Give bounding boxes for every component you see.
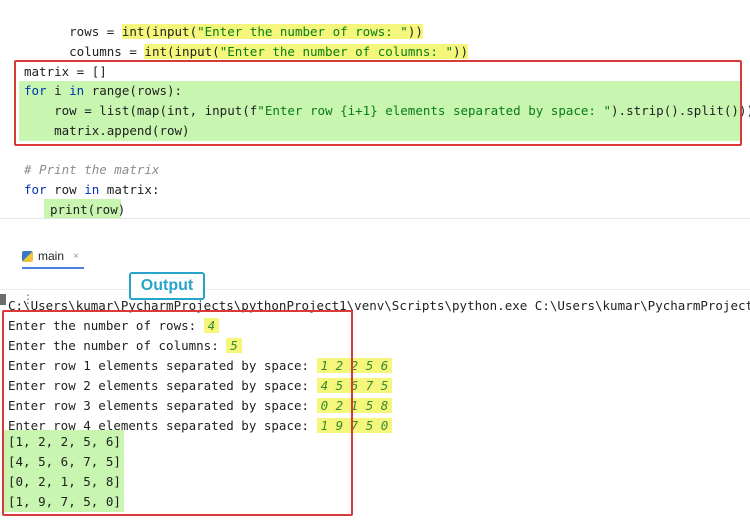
keyword-in: in (84, 182, 100, 197)
close-parens: )) (452, 44, 469, 59)
annotation-box-output (2, 310, 353, 516)
code-line-print: print(row) (50, 202, 126, 217)
code-line-columns: columns = int(input("Enter the number of… (24, 23, 469, 59)
tab-label: main (38, 249, 65, 263)
tab-separator (0, 289, 750, 290)
iterable: matrix: (99, 182, 160, 197)
code-editor[interactable]: rows = int(input("Enter the number of ro… (0, 0, 750, 220)
code-line-rows: rows = int(input("Enter the number of ro… (24, 3, 423, 39)
run-tab-strip: main × ⋮ (0, 240, 750, 306)
run-tab-main[interactable]: main × (22, 245, 79, 267)
close-icon[interactable]: × (73, 251, 79, 262)
annotation-box-loop (14, 60, 742, 146)
call-int-input: int(input( (144, 44, 220, 59)
assign-op: = (121, 44, 145, 59)
code-line-comment: # Print the matrix (24, 162, 160, 177)
stop-icon[interactable] (0, 294, 6, 305)
highlight-columns-call: int(input("Enter the number of columns: … (144, 44, 469, 59)
code-line-for-matrix: for row in matrix: (24, 180, 160, 199)
run-panel: main × ⋮ C:\Users\kumar\PycharmProjects\… (0, 220, 750, 520)
loop-var: row (46, 182, 85, 197)
prompt-string: "Enter the number of columns: " (219, 44, 453, 59)
python-file-icon (22, 250, 33, 262)
active-tab-indicator (22, 267, 84, 269)
editor-divider (0, 218, 750, 219)
var-columns: columns (69, 44, 122, 59)
screenshot-root: rows = int(input("Enter the number of ro… (0, 0, 750, 520)
keyword-for: for (24, 182, 47, 197)
output-label-badge: Output (129, 272, 205, 300)
